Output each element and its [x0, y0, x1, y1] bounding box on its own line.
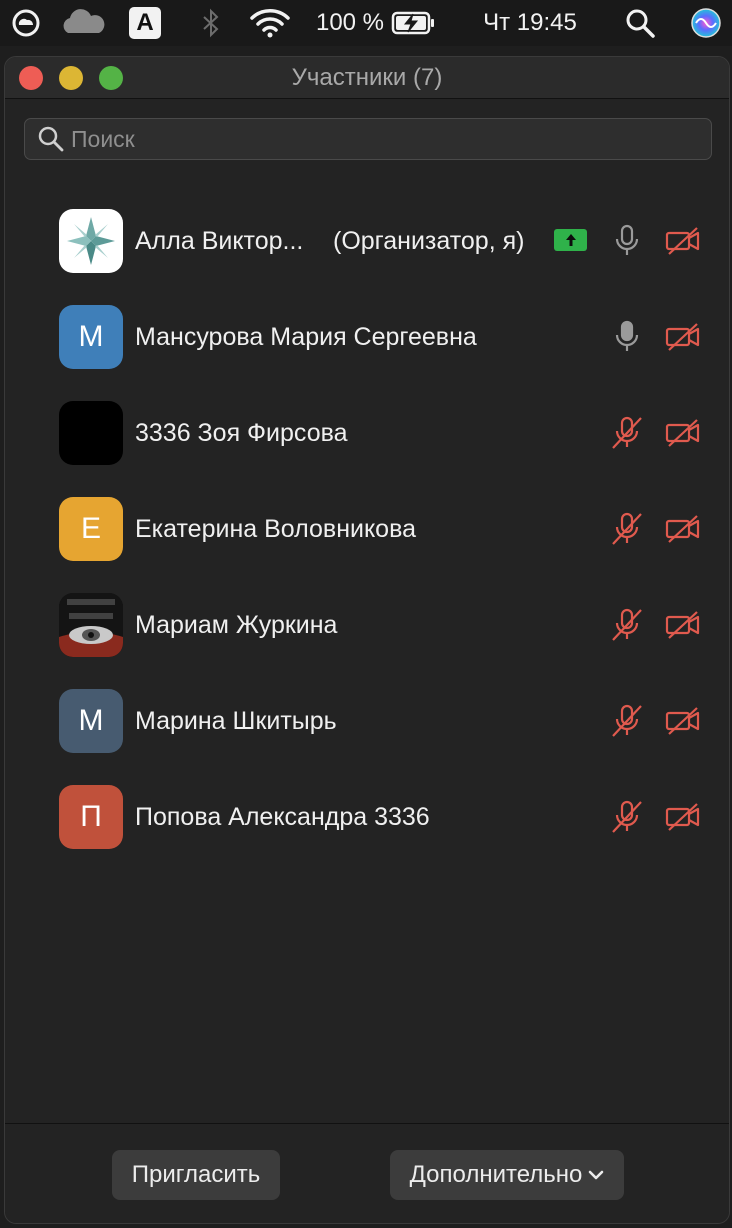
- video-off-icon[interactable]: [663, 607, 703, 643]
- avatar: [59, 209, 123, 273]
- invite-button-label: Пригласить: [131, 1161, 261, 1188]
- participant-name: Мариам Журкина: [135, 611, 338, 639]
- participant-name: Попова Александра 3336: [135, 803, 430, 831]
- participant-name: Мансурова Мария Сергеевна: [135, 323, 477, 351]
- avatar: [59, 593, 123, 657]
- creative-cloud-icon[interactable]: [6, 0, 46, 46]
- microphone-muted-icon[interactable]: [607, 511, 647, 547]
- avatar: М: [59, 305, 123, 369]
- avatar: [59, 401, 123, 465]
- invite-button[interactable]: Пригласить: [112, 1150, 280, 1200]
- clock-text: Чт 19:45: [483, 9, 577, 36]
- organization-logo-icon: [67, 217, 115, 265]
- video-off-icon[interactable]: [663, 511, 703, 547]
- battery-percentage: 100 %: [312, 0, 388, 46]
- participant-name: 3336 Зоя Фирсова: [135, 419, 348, 447]
- search-icon: [35, 123, 67, 155]
- video-off-icon[interactable]: [663, 319, 703, 355]
- microphone-muted-icon[interactable]: [607, 703, 647, 739]
- more-options-label: Дополнительно: [409, 1161, 583, 1188]
- participant-name: Алла Виктор...: [135, 227, 304, 255]
- participant-row[interactable]: М Мансурова Мария Сергеевна: [5, 291, 729, 387]
- participant-name: Екатерина Воловникова: [135, 515, 416, 543]
- siri-icon[interactable]: [686, 0, 726, 46]
- window-title: Участники (7): [291, 64, 443, 91]
- participant-row[interactable]: П Попова Александра 3336: [5, 771, 729, 867]
- input-source-label: A: [129, 7, 161, 39]
- bluetooth-icon[interactable]: [196, 0, 226, 46]
- participant-name: Марина Шкитырь: [135, 707, 337, 735]
- avatar: М: [59, 689, 123, 753]
- wifi-icon[interactable]: [248, 0, 292, 46]
- participant-row[interactable]: Е Екатерина Воловникова: [5, 483, 729, 579]
- microphone-muted-icon[interactable]: [607, 415, 647, 451]
- microphone-muted-icon[interactable]: [607, 607, 647, 643]
- video-off-icon[interactable]: [663, 703, 703, 739]
- profile-photo-icon: [59, 593, 123, 657]
- menu-bar: A 100 % Чт 19:45: [0, 0, 732, 46]
- battery-icon[interactable]: [390, 0, 438, 46]
- chevron-down-icon: [589, 1170, 604, 1180]
- search-box[interactable]: [24, 118, 712, 160]
- battery-text: 100 %: [315, 9, 385, 36]
- participant-row[interactable]: Мариам Журкина: [5, 579, 729, 675]
- video-off-icon[interactable]: [663, 799, 703, 835]
- microphone-icon[interactable]: [607, 319, 647, 355]
- avatar: П: [59, 785, 123, 849]
- video-off-icon[interactable]: [663, 415, 703, 451]
- video-off-icon[interactable]: [663, 223, 703, 259]
- microphone-icon[interactable]: [607, 223, 647, 259]
- participant-row[interactable]: М Марина Шкитырь: [5, 675, 729, 771]
- participant-role: (Организатор, я): [333, 227, 525, 255]
- screen-share-icon: [554, 229, 587, 251]
- more-options-button[interactable]: Дополнительно: [390, 1150, 624, 1200]
- footer-bar: Пригласить Дополнительно: [5, 1123, 729, 1223]
- participant-row[interactable]: Алла Виктор... (Организатор, я): [5, 195, 729, 291]
- avatar: Е: [59, 497, 123, 561]
- input-source-badge[interactable]: A: [128, 0, 162, 46]
- title-bar[interactable]: Участники (7): [5, 57, 729, 99]
- microphone-muted-icon[interactable]: [607, 799, 647, 835]
- cloud-icon[interactable]: [58, 0, 108, 46]
- clock[interactable]: Чт 19:45: [470, 0, 590, 46]
- participant-row[interactable]: 3336 Зоя Фирсова: [5, 387, 729, 483]
- participants-window: Участники (7) Поиск Алла Виктор... (Орга…: [4, 56, 730, 1224]
- spotlight-search-icon[interactable]: [620, 0, 660, 46]
- search-input[interactable]: [67, 119, 711, 159]
